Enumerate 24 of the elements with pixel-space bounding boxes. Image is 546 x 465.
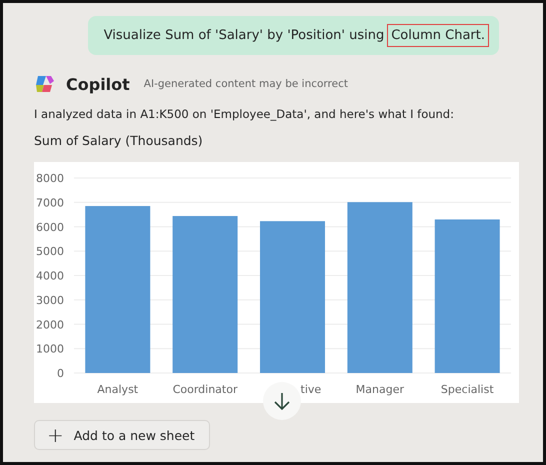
axis-label: 1000	[36, 342, 64, 356]
axis-label: Analyst	[97, 383, 138, 396]
axis-label: 8000	[36, 172, 64, 185]
axis-label: 4000	[36, 270, 64, 282]
axis-label: 5000	[36, 245, 64, 258]
disclaimer: AI-generated content may be incorrect	[144, 78, 348, 90]
axis-label: 6000	[36, 220, 64, 234]
axis-label: 2000	[36, 318, 64, 332]
response-message: I analyzed data in A1:K500 on 'Employee_Data', and here's what I found:	[34, 107, 455, 121]
axis-label: Specialist	[440, 383, 494, 396]
axis-label: 0	[57, 367, 64, 380]
add-to-sheet-button[interactable]: + Add to a new sheet	[34, 420, 210, 450]
scroll-down-button[interactable]	[263, 382, 301, 420]
axis-label: tive	[300, 383, 322, 396]
axis-label: Coordinator	[172, 383, 238, 396]
chart-title: Sum of Salary (Thousands)	[34, 133, 204, 148]
axis-label: 7000	[36, 196, 64, 210]
arrow-down-icon	[273, 391, 291, 411]
logo-icon	[34, 73, 56, 95]
assistant-name: Copilot	[66, 74, 130, 94]
prompt-text: Visualize Sum of 'Salary' by 'Position' using	[104, 28, 384, 43]
highlighted-text: Column Chart.	[387, 24, 489, 47]
axis-label: 3000	[36, 294, 64, 307]
axis-label: Manager	[356, 383, 404, 396]
